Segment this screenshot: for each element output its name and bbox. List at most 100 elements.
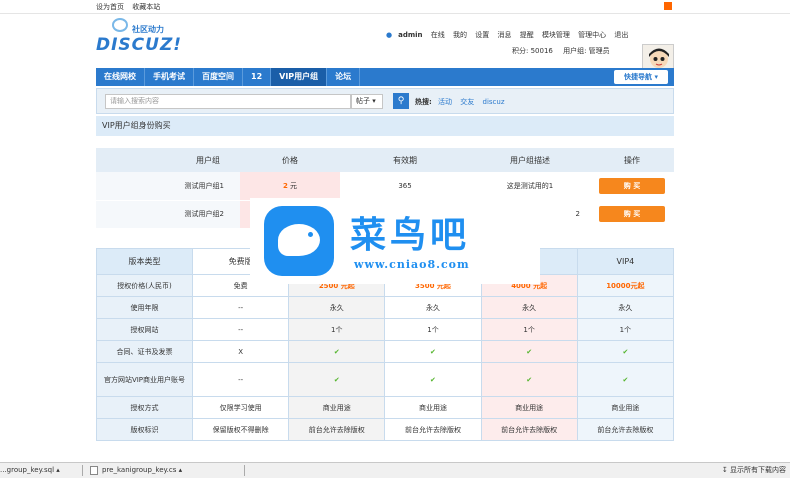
set-home-link[interactable]: 设为首页 <box>96 3 124 11</box>
cell: 永久 <box>480 296 578 319</box>
nav-item-forum[interactable]: 论坛 <box>327 68 361 86</box>
search-icon: ⚲ <box>397 96 405 106</box>
row-label: 合同、证书及发票 <box>96 340 193 363</box>
top-bar: 设为首页 收藏本站 <box>0 0 790 14</box>
group-action: 购 买 <box>590 172 674 201</box>
cell: -- <box>191 318 290 341</box>
logo[interactable]: 社区动力 DISCUZ! <box>96 18 183 55</box>
row-label: 授权方式 <box>96 396 193 419</box>
cell: 保留版权不得删除 <box>191 418 290 441</box>
nav-item-12[interactable]: 12 <box>243 68 272 86</box>
cell: 商业用途 <box>576 396 675 419</box>
col-header-vip4: VIP4 <box>576 248 675 275</box>
chevron-down-icon: ▾ <box>654 73 658 81</box>
page-title: VIP用户组身份购买 <box>96 116 674 136</box>
hot-link-discuz[interactable]: discuz <box>483 98 505 106</box>
cell: 永久 <box>288 296 386 319</box>
main-nav: 在线网校 手机考试 百度空间 12 VIP用户组 论坛 快捷导航 ▾ <box>96 68 674 86</box>
cell: 永久 <box>576 296 675 319</box>
menu-admin[interactable]: 管理中心 <box>578 31 606 39</box>
search-type-select[interactable]: 帖子 ▾ <box>351 94 383 109</box>
cell: 仅限学习使用 <box>191 396 290 419</box>
check-icon: ✔ <box>480 340 578 363</box>
group-validity: 365 <box>340 172 470 201</box>
watermark-url: www.cniao8.com <box>354 258 470 271</box>
group-price: 2 元 <box>240 172 340 201</box>
menu-module[interactable]: 模块管理 <box>542 31 570 39</box>
cell: 10000元起 <box>576 274 675 297</box>
price-value: 2 <box>282 181 288 190</box>
rss-icon[interactable] <box>664 2 672 10</box>
bird-logo-icon <box>264 206 334 276</box>
table-row: 官方网站VIP商业用户账号 -- ✔ ✔ ✔ ✔ <box>96 362 675 397</box>
group-name: 测试用户组2 <box>96 200 240 229</box>
check-icon: ✔ <box>384 362 482 397</box>
nav-item-school[interactable]: 在线网校 <box>96 68 145 86</box>
menu-logout[interactable]: 退出 <box>614 31 628 39</box>
col-header-price: 价格 <box>240 148 340 172</box>
search-button[interactable]: ⚲ <box>393 93 409 109</box>
show-all-label: 显示所有下载内容 <box>730 466 786 474</box>
search-bar: 请输入搜索内容 帖子 ▾ ⚲ 热搜: 活动 交友 discuz <box>96 88 674 114</box>
col-header-validity: 有效期 <box>340 148 470 172</box>
row-label: 使用年限 <box>96 296 193 319</box>
cell: X <box>191 340 290 363</box>
nav-item-baidu-space[interactable]: 百度空间 <box>194 68 243 86</box>
logo-bubble-icon <box>112 18 128 32</box>
download-bar: ...group_key.sql ▴ pre_kanigroup_key.cs … <box>0 462 790 478</box>
bookmark-link[interactable]: 收藏本站 <box>132 3 160 11</box>
quick-nav-button[interactable]: 快捷导航 ▾ <box>614 70 668 84</box>
cell: 商业用途 <box>288 396 386 419</box>
col-header-action: 操作 <box>590 148 674 172</box>
cell: 1个 <box>480 318 578 341</box>
credits-bar: 积分: 50016 用户组: 管理员 <box>512 46 618 56</box>
hot-link-friends[interactable]: 交友 <box>460 98 474 106</box>
menu-settings[interactable]: 设置 <box>475 31 489 39</box>
buy-button[interactable]: 购 买 <box>599 177 665 194</box>
download-filename: pre_kanigroup_key.cs <box>102 466 177 474</box>
chevron-up-icon: ▴ <box>178 466 183 474</box>
chevron-up-icon: ▴ <box>56 466 60 474</box>
cell: 1个 <box>288 318 386 341</box>
group-action: 购 买 <box>590 200 674 229</box>
cell: 商业用途 <box>480 396 578 419</box>
nav-item-mobile-exam[interactable]: 手机考试 <box>145 68 194 86</box>
buy-button[interactable]: 购 买 <box>599 206 665 222</box>
menu-messages[interactable]: 消息 <box>497 31 511 39</box>
price-unit: 元 <box>290 181 298 190</box>
col-header-desc: 用户组描述 <box>470 148 590 172</box>
row-label: 授权价格(人民币) <box>96 274 193 297</box>
hot-search-label: 热搜: <box>415 98 432 106</box>
table-row: 版权标识 保留版权不得删除 前台允许去除版权 前台允许去除版权 前台允许去除版权… <box>96 418 675 441</box>
logo-tagline: 社区动力 <box>132 25 164 34</box>
table-row: 合同、证书及发票 X ✔ ✔ ✔ ✔ <box>96 340 675 363</box>
cell: 前台允许去除版权 <box>576 418 675 441</box>
cell: 商业用途 <box>384 396 482 419</box>
user-menu: ● admin 在线 我的 设置 消息 提醒 模块管理 管理中心 退出 <box>386 30 634 40</box>
check-icon: ✔ <box>576 362 675 397</box>
cell: 1个 <box>576 318 675 341</box>
usergroup-link[interactable]: 用户组: 管理员 <box>563 47 610 55</box>
nav-item-vip[interactable]: VIP用户组 <box>271 68 328 86</box>
show-all-downloads-link[interactable]: ↧ 显示所有下载内容 <box>722 463 786 478</box>
download-item[interactable]: ...group_key.sql ▴ <box>0 463 60 478</box>
menu-notify[interactable]: 提醒 <box>520 31 534 39</box>
menu-my[interactable]: 我的 <box>453 31 467 39</box>
file-icon <box>90 465 98 475</box>
quick-nav-label: 快捷导航 <box>624 73 653 81</box>
hot-link-activity[interactable]: 活动 <box>438 98 452 106</box>
online-status[interactable]: 在线 <box>431 31 445 39</box>
credits-link[interactable]: 积分: 50016 <box>512 47 553 55</box>
watermark-overlay: 菜鸟吧 www.cniao8.com <box>250 198 540 284</box>
check-icon: ✔ <box>576 340 675 363</box>
logo-text: DISCUZ! <box>96 35 183 55</box>
username-link[interactable]: admin <box>398 31 422 39</box>
row-label: 版权标识 <box>96 418 193 441</box>
search-input[interactable]: 请输入搜索内容 <box>105 94 351 109</box>
cell: 前台允许去除版权 <box>480 418 578 441</box>
check-icon: ✔ <box>288 340 386 363</box>
download-arrow-icon: ↧ <box>721 466 728 474</box>
table-row: 测试用户组1 2 元 365 这是测试用的1 购 买 <box>96 172 674 201</box>
chevron-down-icon: ▾ <box>372 97 376 105</box>
download-item[interactable]: pre_kanigroup_key.cs ▴ <box>90 463 182 478</box>
